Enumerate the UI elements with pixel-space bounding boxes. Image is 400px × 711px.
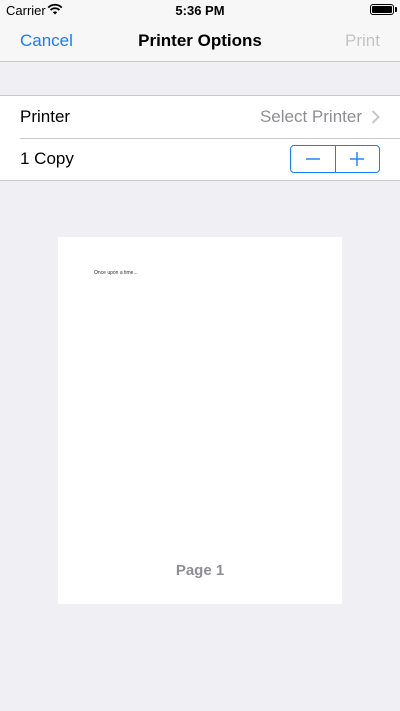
page-content-text: Once upon a time... bbox=[94, 270, 138, 276]
print-button[interactable]: Print bbox=[345, 31, 380, 51]
chevron-right-icon bbox=[371, 110, 380, 124]
print-options-screen: Carrier 5:36 PM Cancel Printer Options P… bbox=[0, 0, 400, 711]
copies-row: 1 Copy bbox=[0, 138, 400, 180]
nav-title: Printer Options bbox=[138, 31, 262, 50]
plus-icon bbox=[350, 152, 365, 166]
copies-row-label: 1 Copy bbox=[20, 149, 74, 168]
status-time: 5:36 PM bbox=[175, 3, 225, 18]
printer-row-label: Printer bbox=[20, 107, 71, 126]
battery-icon bbox=[370, 4, 394, 15]
copies-stepper[interactable] bbox=[290, 145, 380, 173]
battery-tip bbox=[395, 7, 397, 12]
printer-row[interactable]: Printer Select Printer bbox=[0, 96, 400, 138]
minus-icon bbox=[305, 158, 320, 160]
page-preview[interactable]: Once upon a time... Page 1 bbox=[58, 237, 342, 604]
printer-options-table: Printer Select Printer 1 Copy bbox=[0, 95, 400, 181]
navigation-bar: Cancel Printer Options Print bbox=[0, 20, 400, 62]
status-bar: Carrier 5:36 PM bbox=[0, 0, 400, 20]
printer-row-value: Select Printer bbox=[259, 107, 362, 126]
battery-level-fill bbox=[372, 6, 392, 13]
increment-button[interactable] bbox=[334, 146, 380, 172]
decrement-button[interactable] bbox=[291, 146, 335, 172]
page-number-label: Page 1 bbox=[175, 562, 225, 579]
